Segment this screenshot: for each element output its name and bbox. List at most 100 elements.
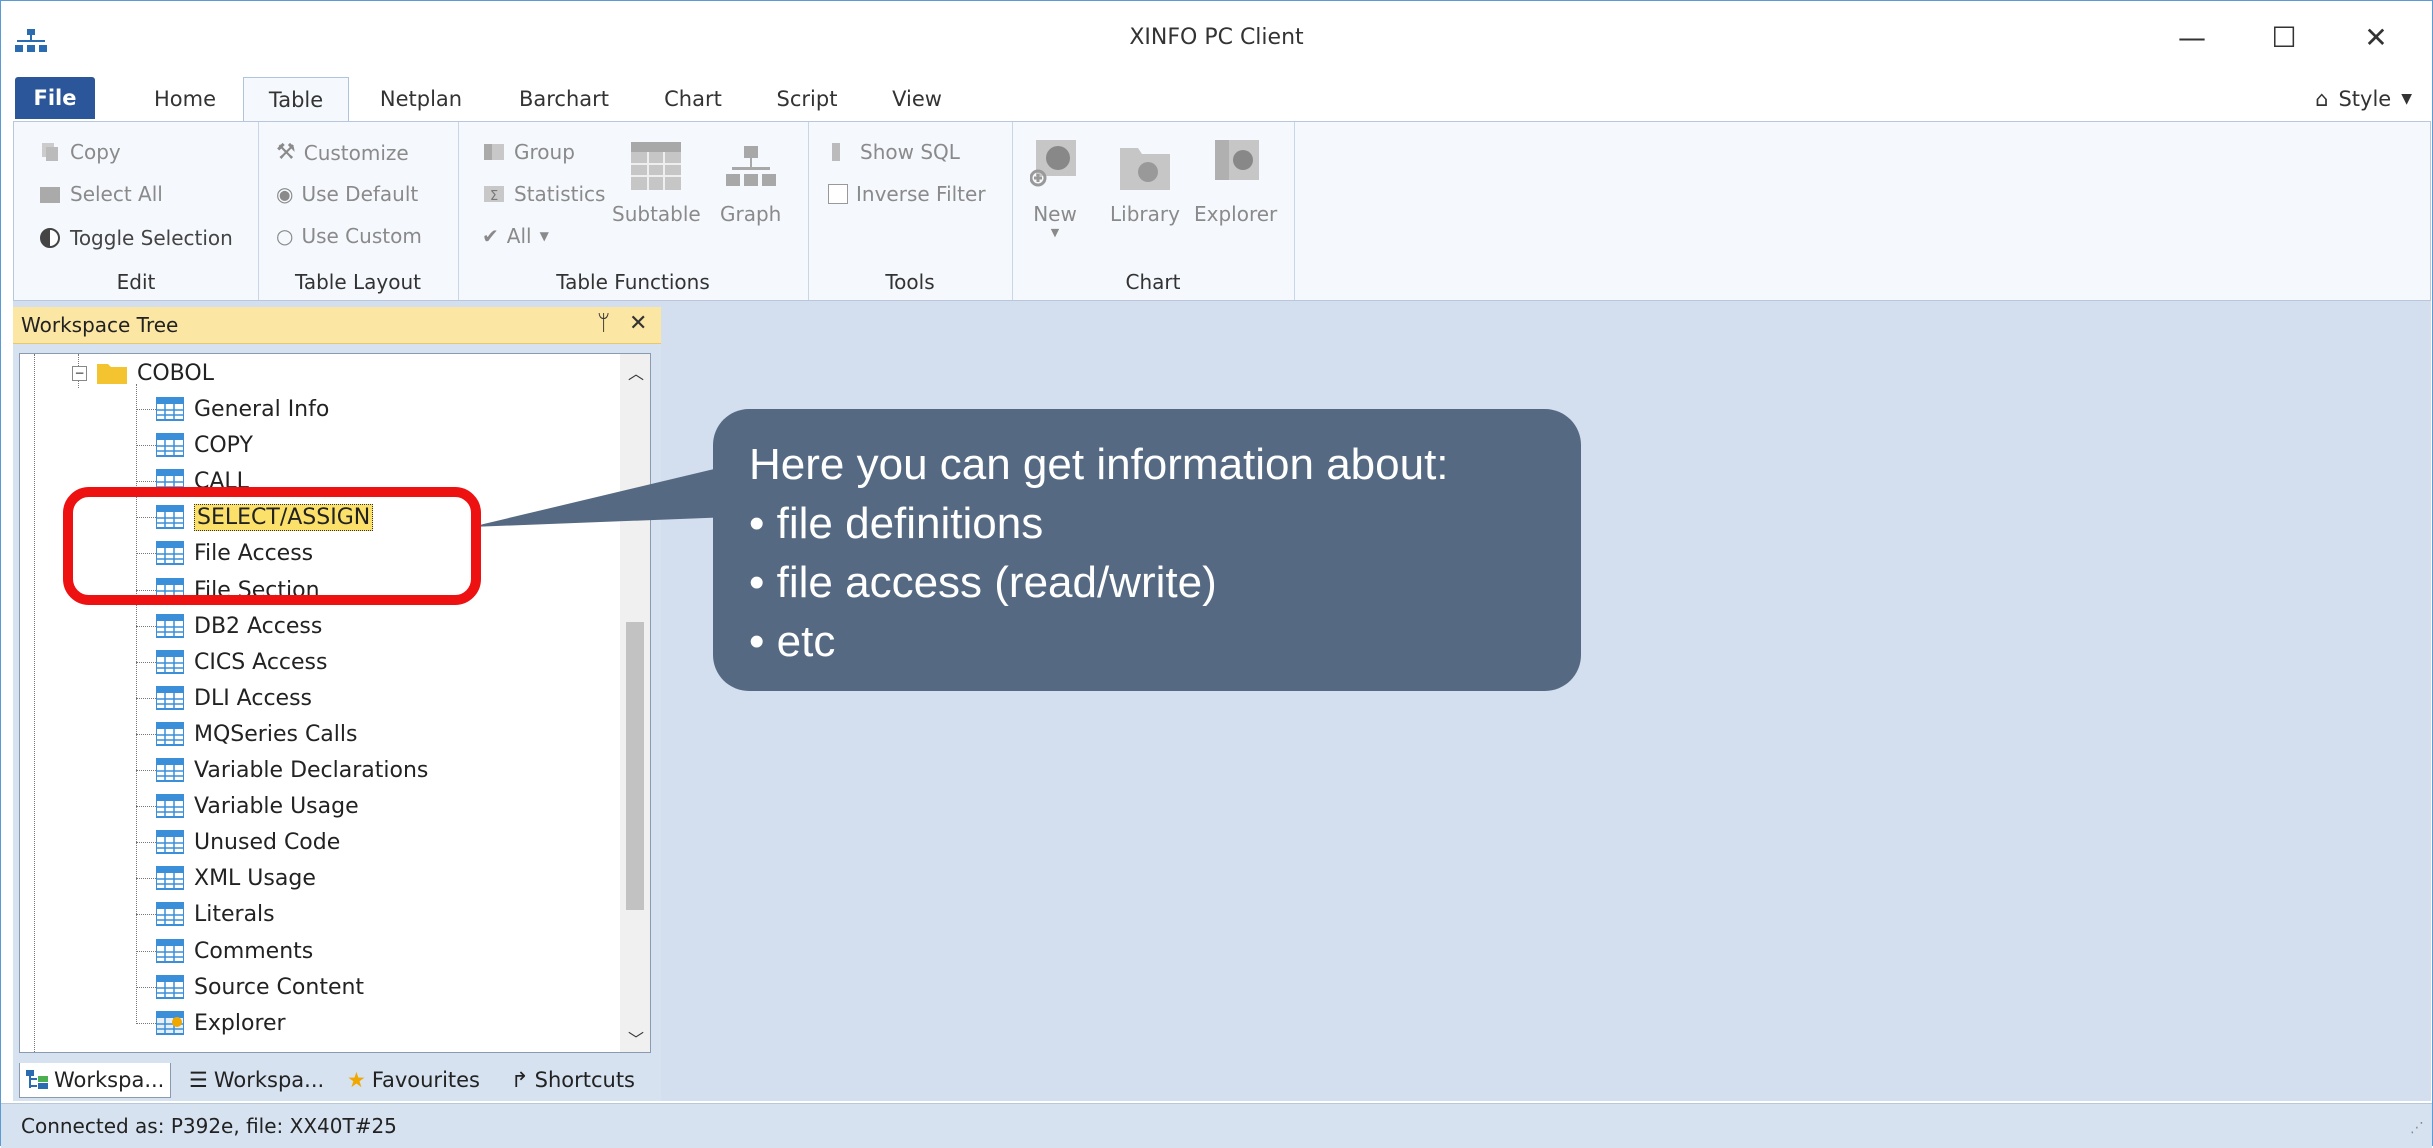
tree-node-item[interactable]: Comments <box>156 934 313 968</box>
subtable-button[interactable]: Subtable <box>612 140 701 226</box>
new-chart-button[interactable]: New ▼ <box>1030 140 1080 239</box>
inverse-filter-checkbox[interactable]: Inverse Filter <box>828 182 986 206</box>
tree-node-label: COPY <box>194 432 253 458</box>
tree-node-item[interactable]: Literals <box>156 897 275 931</box>
tree-node-label: CICS Access <box>194 649 328 675</box>
inverse-filter-label: Inverse Filter <box>856 182 986 206</box>
use-default-radio[interactable]: ◉ Use Default <box>276 182 418 206</box>
select-all-label: Select All <box>70 182 163 206</box>
toggle-icon <box>40 228 60 248</box>
tree-guide-line <box>136 806 156 807</box>
tree-node-item[interactable]: Explorer <box>156 1006 286 1040</box>
group-label-chart: Chart <box>1125 270 1181 294</box>
show-sql-button[interactable]: Show SQL <box>828 140 960 164</box>
pin-icon[interactable]: ᛘ <box>597 311 610 336</box>
status-text: Connected as: P392e, file: XX40T#25 <box>21 1114 397 1138</box>
tree-node-label: DB2 Access <box>194 613 323 639</box>
tree-node-label: COBOL <box>137 360 214 386</box>
wrench-icon: ⚒ <box>276 140 296 165</box>
tree-node-item[interactable]: COPY <box>156 428 253 462</box>
callout-bullet: • file definitions <box>749 499 1044 548</box>
callout-bullet: • etc <box>749 617 836 666</box>
tab-file[interactable]: File <box>15 77 95 119</box>
panel-tab-favourites[interactable]: ★ Favourites <box>347 1063 480 1097</box>
panel-close-icon[interactable]: ✕ <box>629 311 647 336</box>
subtable-label: Subtable <box>612 202 701 226</box>
tree-guide-line <box>136 626 156 627</box>
panel-tab-label: Workspa... <box>54 1068 165 1092</box>
library-label: Library <box>1110 202 1180 226</box>
group-label-tools: Tools <box>885 270 935 294</box>
tree-node-item[interactable]: XML Usage <box>156 861 316 895</box>
tree-node-label: Source Content <box>194 974 365 1000</box>
toggle-selection-label: Toggle Selection <box>70 226 233 250</box>
explorer-button[interactable]: Explorer <box>1194 140 1277 226</box>
customize-button[interactable]: ⚒ Customize <box>276 140 409 165</box>
tab-netplan[interactable]: Netplan <box>367 77 475 121</box>
tree-node-item[interactable]: General Info <box>156 392 329 426</box>
scroll-up-icon[interactable]: ︿ <box>628 360 644 384</box>
title-bar: XINFO PC Client — ☐ ✕ <box>1 1 2432 75</box>
svg-text:Σ: Σ <box>490 189 498 204</box>
sql-icon <box>832 143 840 161</box>
all-dropdown[interactable]: ✔ All ▼ <box>482 224 549 248</box>
tree-node-item[interactable]: MQSeries Calls <box>156 717 357 751</box>
copy-button[interactable]: Copy <box>38 140 121 164</box>
tree-node-label: General Info <box>194 396 330 422</box>
library-button[interactable]: Library <box>1110 140 1180 226</box>
tree-node-item[interactable]: DB2 Access <box>156 609 322 643</box>
group-label-table-functions: Table Functions <box>556 270 710 294</box>
table-icon <box>156 722 184 746</box>
table-icon <box>156 397 184 421</box>
show-sql-label: Show SQL <box>860 140 960 164</box>
tab-chart[interactable]: Chart <box>653 77 733 121</box>
statistics-label: Statistics <box>514 182 606 206</box>
panel-tab-label: Favourites <box>371 1068 480 1092</box>
style-button[interactable]: ⌂ Style ▼ <box>2315 77 2412 121</box>
minimize-button[interactable]: — <box>2157 15 2227 59</box>
group-label-table-layout: Table Layout <box>294 270 422 294</box>
folder-icon <box>97 364 127 384</box>
tree-node-item[interactable]: Unused Code <box>156 825 340 859</box>
select-all-button[interactable]: Select All <box>38 182 163 206</box>
graph-button[interactable]: Graph <box>720 140 781 226</box>
tree-guide-line <box>136 445 156 446</box>
tab-table[interactable]: Table <box>243 77 349 122</box>
table-icon <box>156 830 184 854</box>
tab-barchart[interactable]: Barchart <box>507 77 621 121</box>
panel-tab-shortcuts[interactable]: ↱ Shortcuts <box>511 1063 635 1097</box>
library-icon <box>1119 148 1170 190</box>
tab-view[interactable]: View <box>877 77 957 121</box>
explorer-icon <box>1214 140 1259 180</box>
close-button[interactable]: ✕ <box>2341 15 2411 59</box>
scroll-thumb[interactable] <box>626 622 644 910</box>
tree-node-item[interactable]: Variable Declarations <box>156 753 428 787</box>
tree-node-item[interactable]: Source Content <box>156 970 364 1004</box>
panel-title: Workspace Tree <box>21 313 179 337</box>
group-button[interactable]: Group <box>482 140 575 164</box>
tree-node-cobol[interactable]: − COBOL <box>72 356 214 390</box>
new-chart-label: New <box>1033 202 1077 226</box>
tree-node-item[interactable]: Variable Usage <box>156 789 359 823</box>
tab-script[interactable]: Script <box>767 77 847 121</box>
tree-node-item[interactable]: DLI Access <box>156 681 312 715</box>
table-icon <box>156 902 184 926</box>
maximize-button[interactable]: ☐ <box>2249 15 2319 59</box>
table-icon <box>156 614 184 638</box>
use-custom-radio[interactable]: ○ Use Custom <box>276 224 422 248</box>
tree-node-item[interactable]: CICS Access <box>156 645 327 679</box>
panel-tab-workspace-tree[interactable]: Workspa... <box>19 1063 172 1098</box>
panel-tab-workspace-list[interactable]: ☰ Workspa... <box>189 1063 324 1097</box>
callout-box: Here you can get information about: • fi… <box>713 409 1581 691</box>
statistics-button[interactable]: Σ Statistics <box>482 182 605 206</box>
scroll-down-icon[interactable]: ﹀ <box>628 1026 644 1050</box>
subtable-icon <box>631 142 682 190</box>
collapse-icon[interactable]: − <box>72 365 87 381</box>
ribbon-group-chart: New ▼ Library Explorer Chart <box>1012 122 1295 300</box>
copy-label: Copy <box>70 140 121 164</box>
tab-home[interactable]: Home <box>137 77 233 121</box>
resize-grip-icon[interactable]: ⋰ <box>2410 1120 2424 1136</box>
tree-icon <box>26 1070 48 1089</box>
select-all-icon <box>40 187 60 203</box>
toggle-selection-button[interactable]: Toggle Selection <box>38 226 233 250</box>
